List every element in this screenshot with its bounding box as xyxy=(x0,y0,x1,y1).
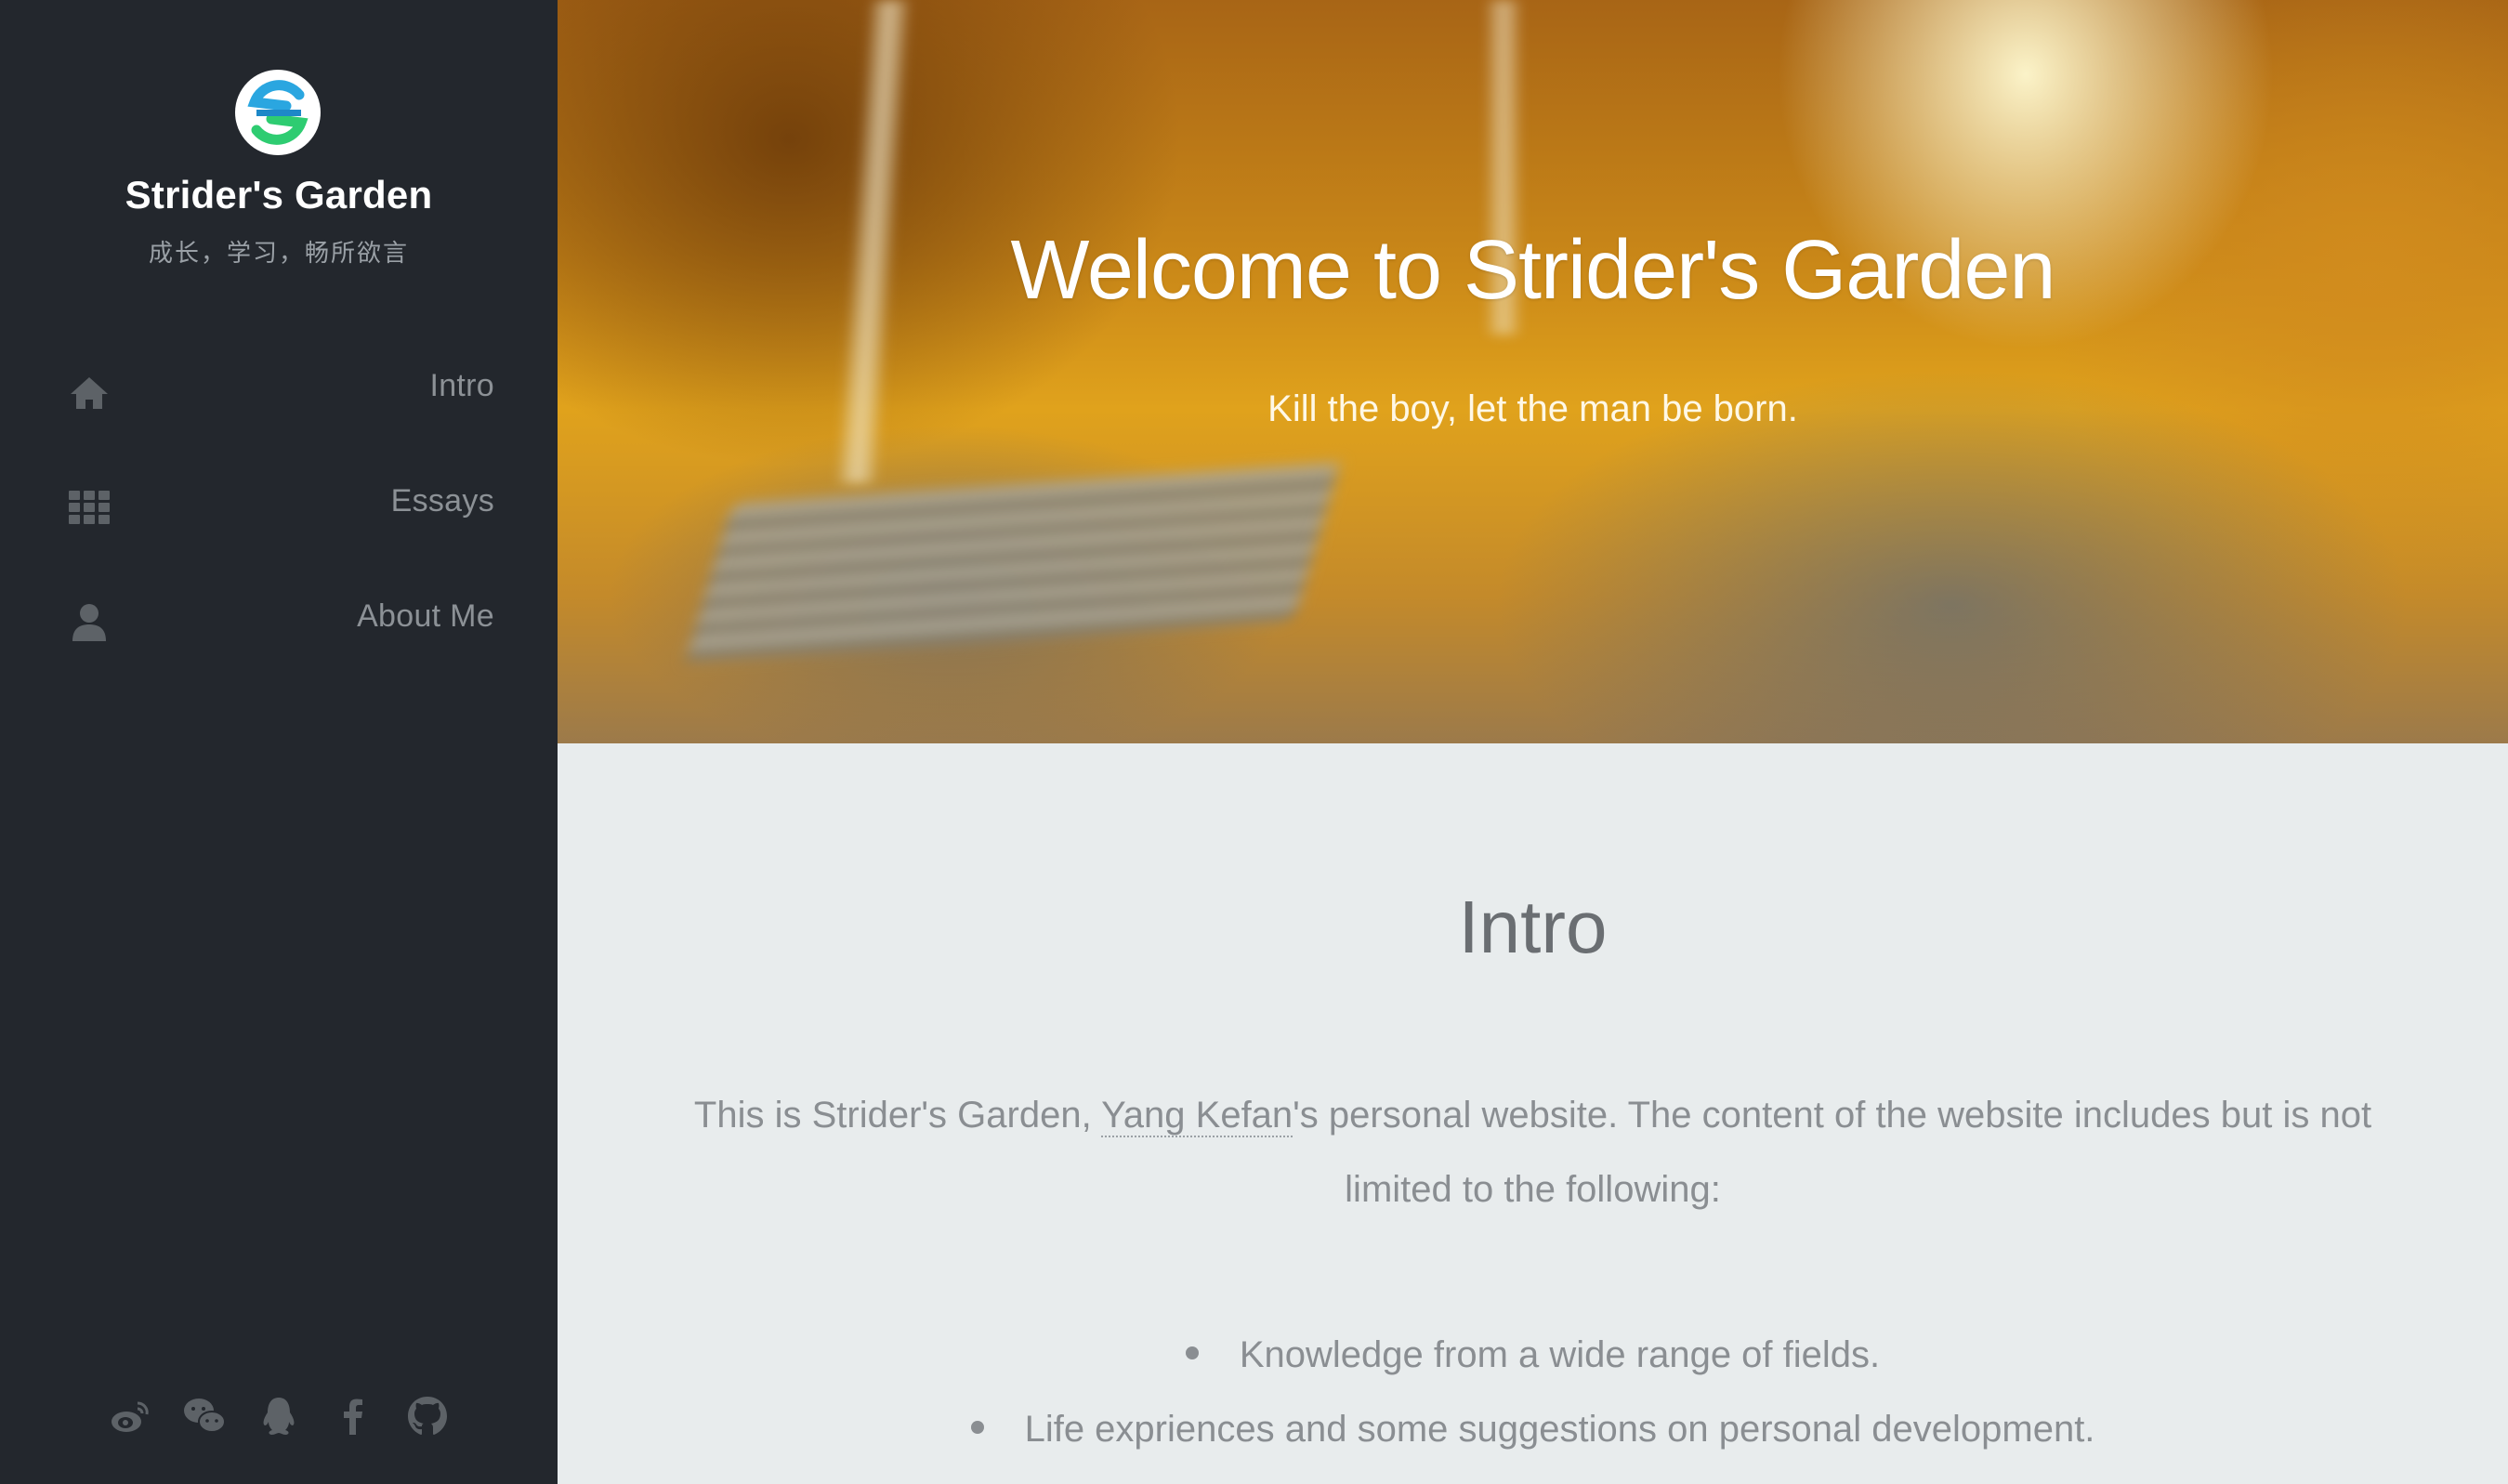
user-icon xyxy=(72,604,106,641)
intro-section: Intro This is Strider's Garden, Yang Kef… xyxy=(558,743,2508,1484)
hero-background-bench xyxy=(685,462,1341,663)
sidebar-item-intro[interactable]: Intro xyxy=(0,344,558,459)
sidebar-nav: Intro Essays About Me xyxy=(0,344,558,689)
list-item: Life expriences and some suggestions on … xyxy=(558,1392,2508,1466)
sidebar-item-essays[interactable]: Essays xyxy=(0,459,558,574)
sidebar-item-label: Intro xyxy=(429,368,494,403)
sidebar: Strider's Garden 成长，学习，畅所欲言 Intro Essays xyxy=(0,0,558,1484)
intro-text-end: 's personal website. The content of the … xyxy=(1293,1095,2372,1210)
strider-logo-icon[interactable] xyxy=(234,69,322,156)
weibo-icon[interactable] xyxy=(108,1394,152,1438)
hero-title: Welcome to Strider's Garden xyxy=(1010,224,2056,317)
list-item-text: Knowledge from a wide range of fields. xyxy=(1239,1334,1881,1375)
facebook-icon[interactable] xyxy=(331,1394,375,1438)
hero-subtitle: Kill the boy, let the man be born. xyxy=(1267,388,1798,429)
intro-text-start: This is Strider's Garden, xyxy=(693,1095,1102,1136)
author-link[interactable]: Yang Kefan xyxy=(1101,1095,1293,1137)
hero-banner: Welcome to Strider's Garden Kill the boy… xyxy=(558,0,2508,743)
sidebar-item-label: About Me xyxy=(357,598,494,634)
bullet-icon xyxy=(970,1421,984,1435)
grid-icon xyxy=(69,491,110,524)
github-icon[interactable] xyxy=(405,1394,450,1438)
intro-bullet-list: Knowledge from a wide range of fields. L… xyxy=(558,1318,2508,1466)
page: Strider's Garden 成长，学习，畅所欲言 Intro Essays xyxy=(0,0,2508,1484)
site-title[interactable]: Strider's Garden xyxy=(0,173,558,217)
bullet-icon xyxy=(1185,1346,1199,1360)
sidebar-item-about-me[interactable]: About Me xyxy=(0,574,558,689)
sidebar-item-label: Essays xyxy=(390,483,494,519)
intro-paragraph: This is Strider's Garden, Yang Kefan's p… xyxy=(669,1078,2396,1227)
qq-icon[interactable] xyxy=(256,1394,301,1438)
site-subtitle: 成长，学习，畅所欲言 xyxy=(148,239,409,267)
home-icon xyxy=(71,377,108,409)
section-heading: Intro xyxy=(1458,886,1608,968)
list-item-text: Life expriences and some suggestions on … xyxy=(1024,1409,2095,1450)
list-item: Knowledge from a wide range of fields. xyxy=(558,1318,2508,1392)
social-links xyxy=(0,1394,558,1446)
wechat-icon[interactable] xyxy=(182,1394,227,1438)
